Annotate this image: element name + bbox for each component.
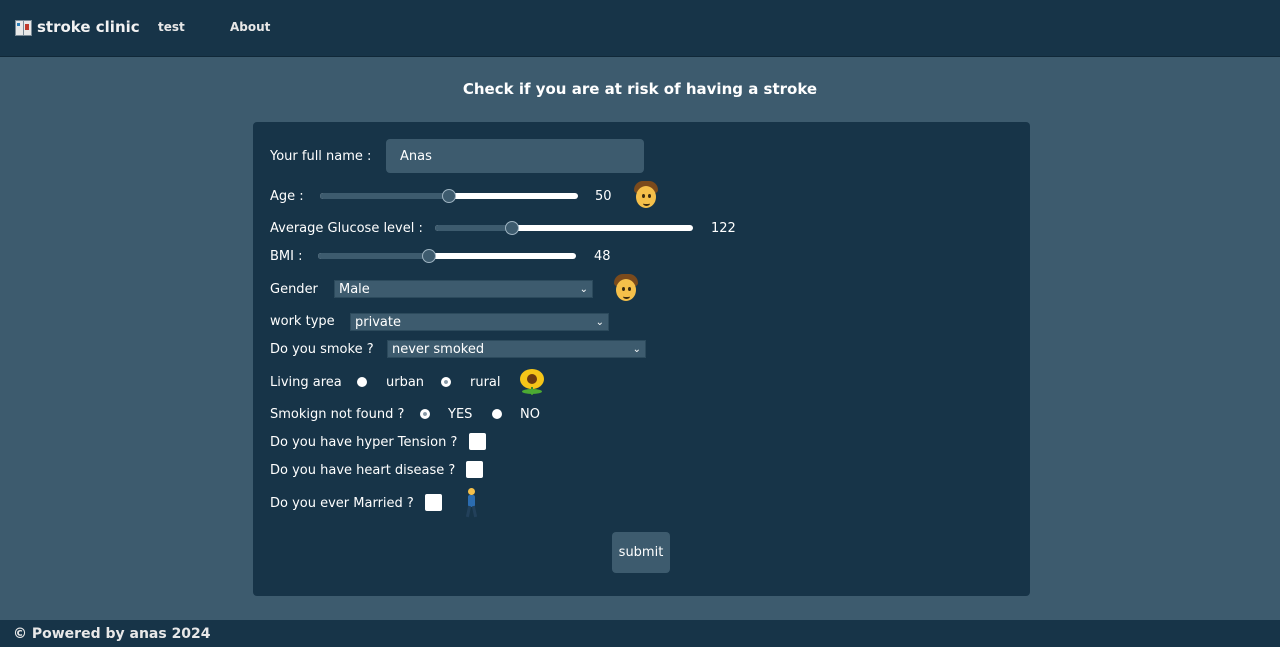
glucose-value: 122 [711,221,736,236]
navbar: stroke clinic test About [0,0,1280,57]
radio-rural[interactable] [441,377,451,387]
radio-yes-label: YES [448,407,473,422]
clinic-icon [14,18,32,36]
radio-yes[interactable] [420,409,430,419]
radio-rural-label: rural [470,375,501,390]
nav-link-about[interactable]: About [230,20,270,34]
person-walking-icon [462,488,480,518]
married-checkbox[interactable] [425,494,442,511]
bmi-slider-thumb[interactable] [421,249,436,263]
hypertension-checkbox[interactable] [469,433,486,450]
glucose-slider[interactable] [435,221,693,235]
smoking-not-found-label: Smokign not found ? [270,407,405,422]
age-slider[interactable] [320,189,578,203]
radio-no-label: NO [520,407,540,422]
gender-label: Gender [270,282,318,297]
submit-button[interactable]: submit [612,532,670,573]
footer-text: © Powered by anas 2024 [13,626,211,642]
name-input[interactable] [386,139,644,173]
glucose-slider-fill [435,225,513,231]
nav-link-test[interactable]: test [158,20,185,34]
chevron-down-icon: ⌄ [579,284,588,295]
man-face-icon [633,181,659,209]
bmi-value: 48 [594,249,611,264]
sunflower-icon [519,369,545,395]
brand[interactable]: stroke clinic [14,18,140,36]
smoke-select-value: never smoked [392,342,485,357]
radio-no[interactable] [492,409,502,419]
chevron-down-icon: ⌄ [595,317,604,328]
man-face-icon [613,274,639,302]
bmi-slider-fill [318,253,429,259]
page-heading: Check if you are at risk of having a str… [462,80,818,98]
brand-text: stroke clinic [37,18,140,36]
name-label: Your full name : [270,149,372,164]
radio-urban[interactable] [357,377,367,387]
married-label: Do you ever Married ? [270,496,414,511]
age-label: Age : [270,189,304,204]
footer: © Powered by anas 2024 [0,620,1280,647]
gender-select-value: Male [339,282,370,297]
smoke-label: Do you smoke ? [270,342,374,357]
glucose-label: Average Glucose level : [270,221,423,236]
gender-select[interactable]: Male ⌄ [334,280,593,298]
heart-disease-checkbox[interactable] [466,461,483,478]
age-slider-thumb[interactable] [442,189,456,203]
radio-urban-label: urban [386,375,425,390]
smoke-select[interactable]: never smoked ⌄ [387,340,646,358]
work-type-select[interactable]: private ⌄ [350,313,609,331]
bmi-slider[interactable] [318,249,576,263]
age-slider-fill [320,193,449,199]
bmi-label: BMI : [270,249,303,264]
chevron-down-icon: ⌄ [632,344,641,355]
living-area-label: Living area [270,375,342,390]
glucose-slider-thumb[interactable] [505,221,520,235]
hypertension-label: Do you have hyper Tension ? [270,435,458,450]
work-type-select-value: private [355,315,401,330]
age-value: 50 [595,189,612,204]
stroke-form: Your full name : Age : 50 Average Glucos… [253,122,1030,596]
work-type-label: work type [270,314,335,329]
heart-disease-label: Do you have heart disease ? [270,463,456,478]
